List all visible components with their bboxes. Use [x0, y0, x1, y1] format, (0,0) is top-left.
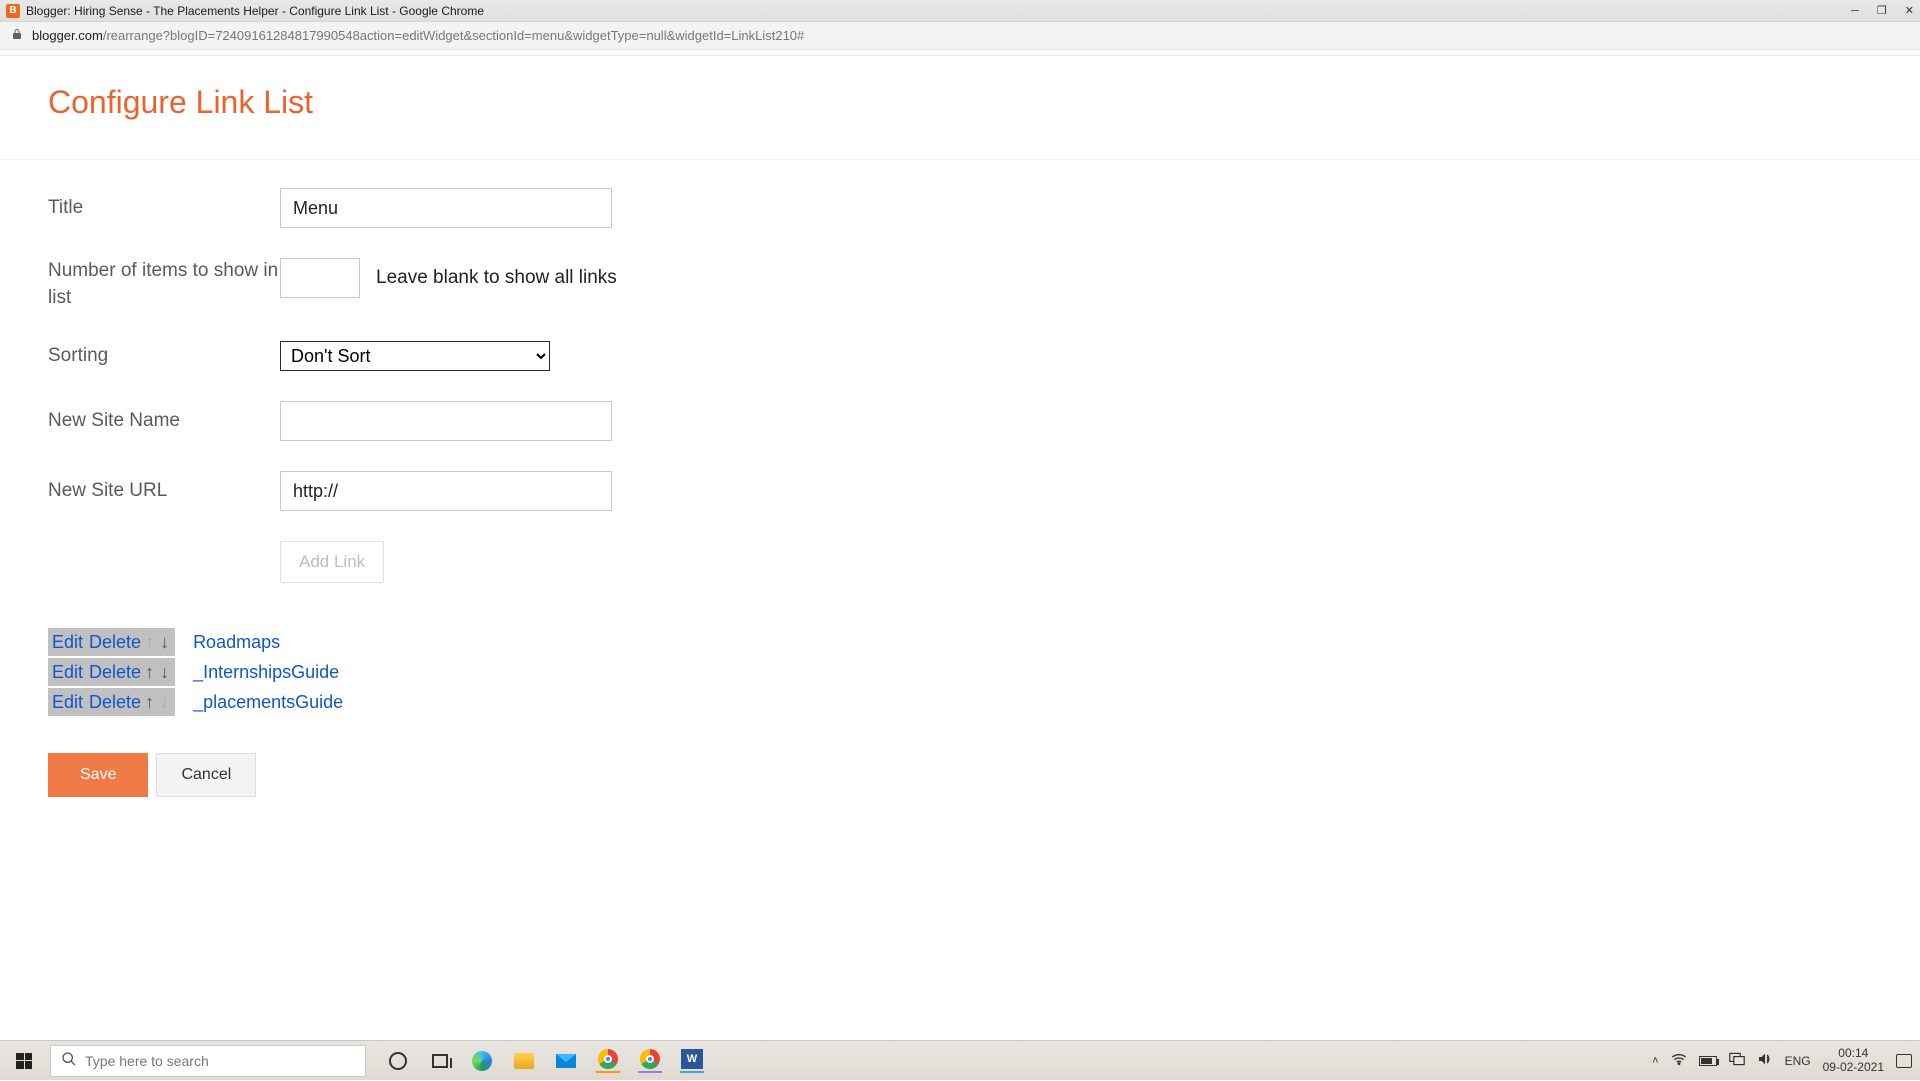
edit-link[interactable]: Edit: [52, 662, 83, 683]
window-titlebar: B Blogger: Hiring Sense - The Placements…: [0, 0, 1920, 22]
add-link-button[interactable]: Add Link: [280, 541, 384, 583]
lock-icon: [10, 28, 24, 43]
link-actions: Edit Delete ↑↓: [48, 628, 175, 656]
link-name[interactable]: _placementsGuide: [193, 692, 343, 713]
edit-link[interactable]: Edit: [52, 692, 83, 713]
link-name[interactable]: _InternshipsGuide: [193, 662, 339, 683]
edit-link[interactable]: Edit: [52, 632, 83, 653]
cancel-button[interactable]: Cancel: [156, 753, 256, 797]
clock[interactable]: 00:14 09-02-2021: [1823, 1047, 1884, 1075]
windows-logo-icon: [16, 1053, 32, 1069]
site-url-input[interactable]: [280, 471, 612, 511]
sorting-select[interactable]: Don't Sort: [280, 341, 550, 371]
delete-link[interactable]: Delete: [89, 632, 141, 653]
label-num-items: Number of items to show in list: [48, 258, 280, 311]
buttons-row: Save Cancel: [48, 753, 1872, 797]
edge-icon[interactable]: [470, 1049, 494, 1073]
label-sorting: Sorting: [48, 343, 280, 370]
row-title: Title: [48, 188, 1872, 228]
language-indicator[interactable]: ENG: [1785, 1054, 1811, 1068]
battery-icon[interactable]: [1699, 1056, 1717, 1066]
task-view-icon[interactable]: [428, 1049, 452, 1073]
link-row: Edit Delete ↑↓ _placementsGuide: [48, 687, 1872, 717]
window-title: Blogger: Hiring Sense - The Placements H…: [26, 4, 1851, 18]
chrome-icon-2[interactable]: [638, 1049, 662, 1073]
start-button[interactable]: [0, 1041, 48, 1081]
move-down-icon[interactable]: ↓: [158, 632, 171, 653]
links-list: Edit Delete ↑↓RoadmapsEdit Delete ↑↓_Int…: [48, 627, 1872, 717]
search-placeholder: Type here to search: [85, 1053, 209, 1069]
save-button[interactable]: Save: [48, 753, 148, 797]
delete-link[interactable]: Delete: [89, 692, 141, 713]
link-actions: Edit Delete ↑↓: [48, 688, 175, 716]
tray-overflow-icon[interactable]: ˄: [1652, 1055, 1658, 1067]
close-button[interactable]: ✕: [1905, 4, 1914, 17]
link-name[interactable]: Roadmaps: [193, 632, 280, 653]
row-sorting: Sorting Don't Sort: [48, 341, 1872, 371]
label-title: Title: [48, 195, 280, 222]
cortana-icon[interactable]: [386, 1049, 410, 1073]
clock-date: 09-02-2021: [1823, 1061, 1884, 1075]
wifi-icon[interactable]: [1671, 1053, 1687, 1068]
url-path: /rearrange?blogID=72409161284817990548ac…: [103, 28, 804, 43]
row-add-link: Add Link: [48, 541, 1872, 583]
move-up-icon[interactable]: ↑: [143, 662, 156, 683]
window-controls: ─ ❐ ✕: [1851, 4, 1914, 17]
title-input[interactable]: [280, 188, 612, 228]
url-host: blogger.com: [32, 28, 103, 43]
address-bar[interactable]: blogger.com/rearrange?blogID=72409161284…: [0, 22, 1920, 50]
divider: [0, 159, 1920, 160]
search-icon: [61, 1051, 77, 1070]
minimize-button[interactable]: ─: [1851, 5, 1859, 17]
taskbar-search[interactable]: Type here to search: [50, 1045, 366, 1077]
row-num-items: Number of items to show in list Leave bl…: [48, 258, 1872, 311]
page-title: Configure Link List: [48, 84, 1872, 121]
blogger-favicon: B: [6, 4, 20, 18]
num-items-hint: Leave blank to show all links: [376, 267, 617, 289]
link-row: Edit Delete ↑↓ Roadmaps: [48, 627, 1872, 657]
word-icon[interactable]: W: [680, 1049, 704, 1073]
volume-icon[interactable]: [1757, 1052, 1773, 1069]
taskbar-pinned: W: [386, 1049, 704, 1073]
label-site-url: New Site URL: [48, 478, 280, 505]
maximize-button[interactable]: ❐: [1877, 4, 1887, 17]
label-site-name: New Site Name: [48, 408, 280, 435]
move-down-icon: ↓: [158, 692, 171, 713]
row-site-name: New Site Name: [48, 401, 1872, 441]
site-name-input[interactable]: [280, 401, 612, 441]
project-icon[interactable]: [1729, 1052, 1745, 1069]
move-up-icon: ↑: [143, 632, 156, 653]
link-actions: Edit Delete ↑↓: [48, 658, 175, 686]
clock-time: 00:14: [1823, 1047, 1884, 1061]
notifications-icon[interactable]: [1896, 1054, 1912, 1068]
taskbar: Type here to search W ˄ ENG 00:14 09-02-…: [0, 1040, 1920, 1080]
num-items-input[interactable]: [280, 258, 360, 298]
system-tray: ˄ ENG 00:14 09-02-2021: [1644, 1047, 1920, 1075]
move-up-icon[interactable]: ↑: [143, 692, 156, 713]
mail-icon[interactable]: [554, 1049, 578, 1073]
file-explorer-icon[interactable]: [512, 1049, 536, 1073]
chrome-icon[interactable]: [596, 1049, 620, 1073]
move-down-icon[interactable]: ↓: [158, 662, 171, 683]
main-content: Configure Link List Title Number of item…: [0, 56, 1920, 797]
delete-link[interactable]: Delete: [89, 662, 141, 683]
link-row: Edit Delete ↑↓ _InternshipsGuide: [48, 657, 1872, 687]
row-site-url: New Site URL: [48, 471, 1872, 511]
